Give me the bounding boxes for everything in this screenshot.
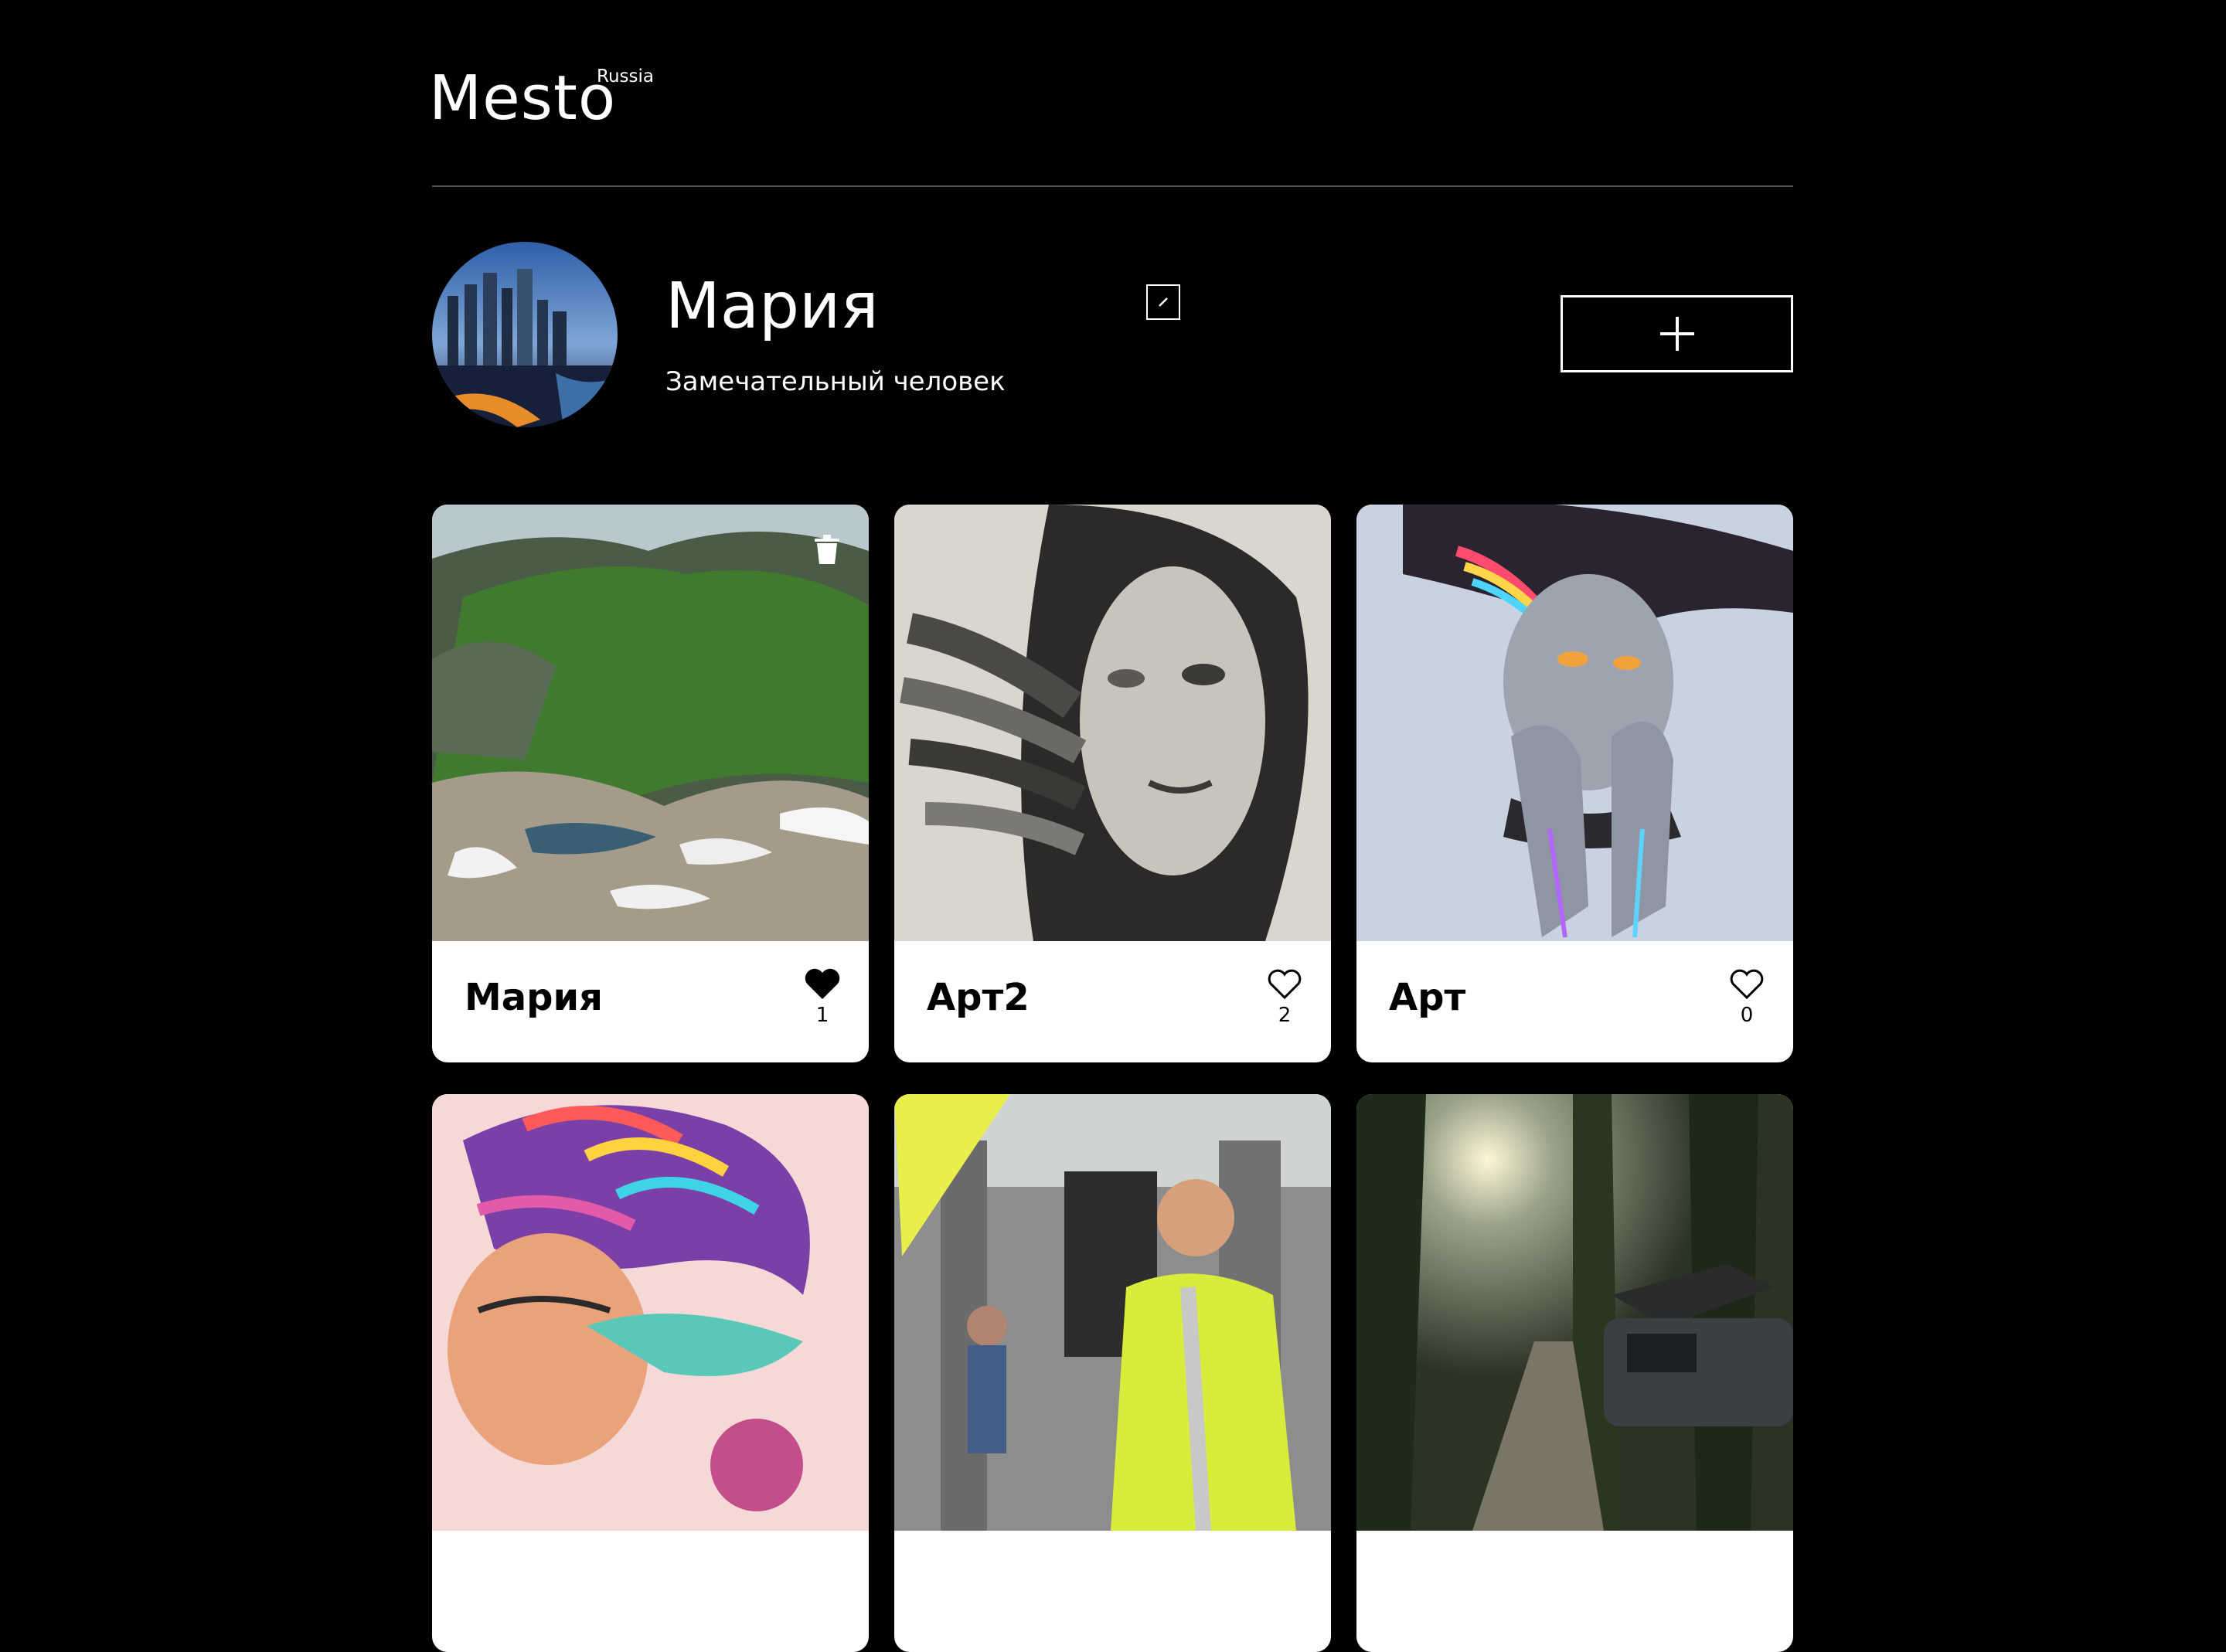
card-image-warehouse-worker[interactable] <box>894 1094 1331 1531</box>
profile: Мария Замечательный человек <box>432 242 1793 427</box>
like-area: 0 <box>1724 968 1770 1027</box>
card <box>432 1094 869 1652</box>
pencil-icon <box>1159 297 1168 307</box>
card: Мария 1 <box>432 505 869 1062</box>
card-image-neon-girl-illustration[interactable] <box>1356 505 1793 941</box>
card-image-forest-road-car[interactable] <box>1356 1094 1793 1531</box>
logo: Mesto <box>429 63 617 134</box>
heart-outline-icon[interactable] <box>1266 968 1303 1001</box>
like-area: 2 <box>1261 968 1308 1027</box>
card: Арт 0 <box>1356 505 1793 1062</box>
like-count: 1 <box>815 1004 829 1027</box>
heart-filled-icon[interactable] <box>804 968 841 1001</box>
heart-outline-icon[interactable] <box>1728 968 1765 1001</box>
edit-profile-button[interactable] <box>1146 284 1180 320</box>
card-title: Арт2 <box>927 976 1030 1019</box>
like-area: 1 <box>799 968 846 1027</box>
trash-icon[interactable] <box>813 534 841 565</box>
profile-name: Мария <box>665 270 879 343</box>
add-card-button[interactable] <box>1561 295 1793 372</box>
card-image-psychedelic-portrait[interactable] <box>432 1094 869 1531</box>
card: Арт2 2 <box>894 505 1331 1062</box>
card-title: Мария <box>465 976 603 1019</box>
like-count: 2 <box>1278 1004 1292 1027</box>
like-count: 0 <box>1740 1004 1754 1027</box>
card-image-feather-portrait-sketch[interactable] <box>894 505 1331 941</box>
page: Mesto Russia Мария Замечательный человек… <box>429 0 1793 1652</box>
site-header: Mesto Russia <box>429 0 1793 187</box>
card-title: Арт <box>1389 976 1466 1019</box>
profile-about: Замечательный человек <box>665 366 1006 397</box>
card-image-mountain-valley[interactable] <box>432 505 869 941</box>
avatar[interactable] <box>432 242 618 427</box>
logo-region: Russia <box>597 66 654 87</box>
plus-icon <box>1659 317 1694 351</box>
card <box>894 1094 1331 1652</box>
card <box>1356 1094 1793 1652</box>
